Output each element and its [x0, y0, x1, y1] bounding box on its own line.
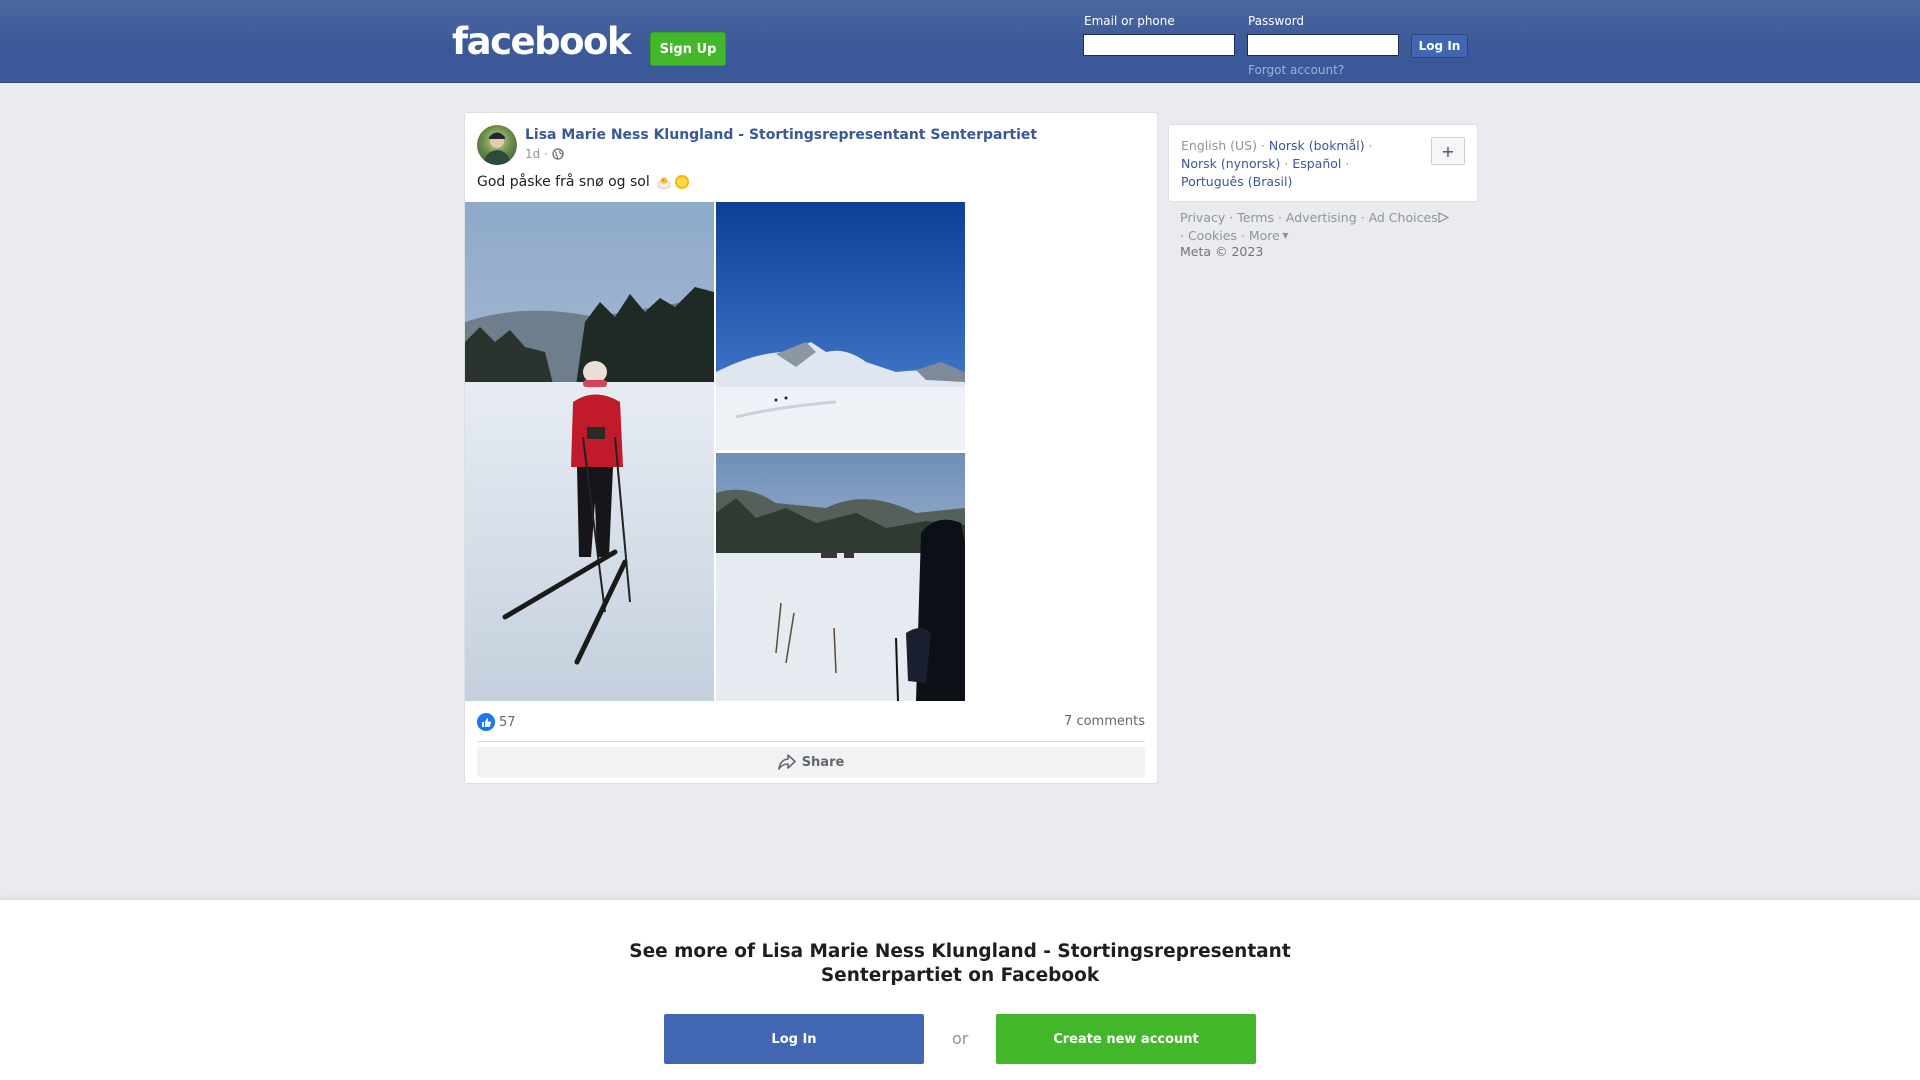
photo-mountains[interactable]: [716, 202, 965, 450]
snowy-valley-cabins-photo: [716, 453, 965, 701]
email-label: Email or phone: [1084, 14, 1175, 28]
more-languages-button[interactable]: +: [1431, 137, 1465, 165]
top-navigation-bar: facebook Sign Up Email or phone Password…: [0, 0, 1920, 83]
banner-title: See more of Lisa Marie Ness Klungland - …: [629, 941, 1291, 986]
sun-emoji: [674, 175, 689, 189]
post-meta: 1d ·: [525, 147, 564, 161]
language-english-us: English (US): [1181, 138, 1257, 153]
ad-choices-icon: [1438, 212, 1449, 223]
reaction-count: 57: [499, 714, 516, 730]
forgot-account-link[interactable]: Forgot account?: [1248, 63, 1344, 77]
snowy-mountain-blue-sky-photo: [716, 202, 965, 450]
post-card: Lisa Marie Ness Klungland - Stortingsrep…: [464, 112, 1158, 784]
globe-icon: [552, 148, 564, 160]
sign-up-button[interactable]: Sign Up: [650, 32, 726, 66]
skier-standing-in-snow-photo: [465, 202, 714, 701]
photo-skier[interactable]: [465, 202, 714, 701]
log-in-button[interactable]: Log In: [1411, 34, 1468, 58]
password-field[interactable]: [1247, 34, 1399, 56]
share-label: Share: [801, 754, 845, 770]
post-message: God påske frå snø og sol: [477, 174, 650, 190]
privacy-link[interactable]: Privacy: [1180, 210, 1225, 225]
advertising-link[interactable]: Advertising: [1286, 210, 1357, 225]
terms-link[interactable]: Terms: [1237, 210, 1274, 225]
more-link[interactable]: More: [1249, 228, 1280, 243]
password-label: Password: [1248, 14, 1305, 28]
share-button[interactable]: Share: [477, 747, 1145, 777]
action-divider: [477, 741, 1145, 742]
hatching-chick-emoji: [657, 177, 671, 189]
cookies-link[interactable]: Cookies: [1188, 228, 1237, 243]
login-prompt-banner: See more of Lisa Marie Ness Klungland - …: [0, 900, 1920, 1080]
banner-or-text: or: [952, 1029, 969, 1048]
post-time[interactable]: 1d: [525, 147, 540, 161]
ad-choices-link[interactable]: Ad Choices: [1369, 210, 1438, 225]
reactions-summary[interactable]: 57: [477, 713, 516, 731]
language-selector: English (US) · Norsk (bokmål) · Norsk (n…: [1168, 124, 1478, 202]
create-new-account-button[interactable]: Create new account: [996, 1014, 1256, 1064]
share-arrow-icon: [777, 754, 796, 770]
post-text: God påske frå snø og sol: [477, 174, 690, 190]
caret-down-icon: ▼: [1279, 231, 1289, 240]
footer-links: Privacy · Terms · Advertising · Ad Choic…: [1180, 209, 1480, 245]
photo-valley[interactable]: [716, 453, 965, 701]
meta-separator: ·: [544, 147, 549, 161]
copyright: Meta © 2023: [1180, 244, 1264, 259]
language-norsk-bokmal[interactable]: Norsk (bokmål): [1269, 138, 1365, 153]
banner-log-in-button[interactable]: Log In: [664, 1014, 924, 1064]
like-icon: [477, 713, 495, 731]
facebook-logo[interactable]: facebook: [452, 20, 632, 63]
language-norsk-nynorsk[interactable]: Norsk (nynorsk): [1181, 156, 1280, 171]
comments-link[interactable]: 7 comments: [1064, 714, 1145, 729]
language-portugues-brasil[interactable]: Português (Brasil): [1181, 174, 1292, 189]
post-author-link[interactable]: Lisa Marie Ness Klungland - Stortingsrep…: [525, 127, 1037, 143]
language-list: English (US) · Norsk (bokmål) · Norsk (n…: [1181, 138, 1373, 189]
language-espanol[interactable]: Español: [1292, 156, 1341, 171]
email-field[interactable]: [1083, 34, 1235, 56]
profile-photo-icon: [483, 132, 511, 165]
thumbs-up-icon: [481, 717, 491, 727]
avatar[interactable]: [477, 125, 517, 165]
